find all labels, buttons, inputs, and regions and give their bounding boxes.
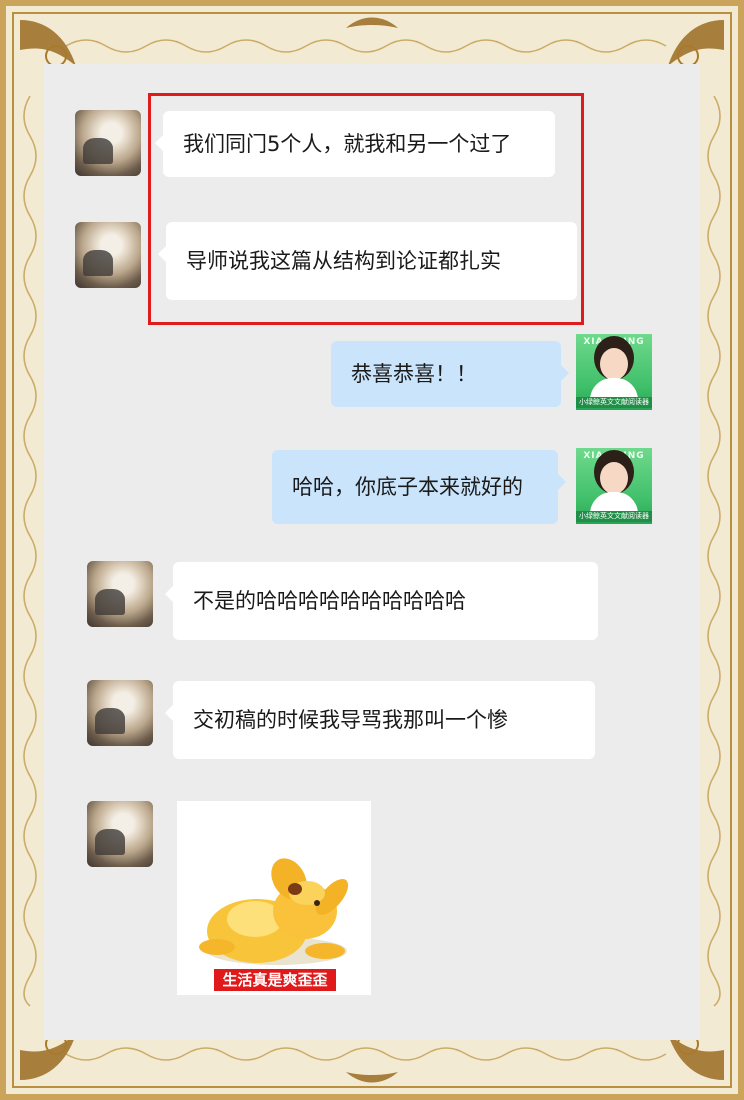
- avatar-brand: XIAOYUNG: [583, 337, 645, 347]
- message-text: 不是的哈哈哈哈哈哈哈哈哈哈: [193, 589, 466, 613]
- my-avatar[interactable]: XIAOYUNG 小绿鲸英文文献阅读器: [576, 448, 652, 524]
- contact-avatar[interactable]: [87, 680, 153, 746]
- message-text: 交初稿的时候我导骂我那叫一个惨: [193, 708, 508, 732]
- message-bubble-received[interactable]: 导师说我这篇从结构到论证都扎实: [158, 222, 577, 300]
- contact-avatar[interactable]: [87, 801, 153, 867]
- message-text: 我们同门5个人，就我和另一个过了: [183, 132, 512, 156]
- message-bubble-received[interactable]: 不是的哈哈哈哈哈哈哈哈哈哈: [165, 562, 598, 640]
- message-bubble-sent[interactable]: 哈哈，你底子本来就好的: [272, 450, 566, 524]
- message-bubble-received[interactable]: 我们同门5个人，就我和另一个过了: [155, 111, 555, 177]
- contact-avatar[interactable]: [75, 222, 141, 288]
- sticker-caption: 生活真是爽歪歪: [214, 969, 336, 991]
- my-avatar[interactable]: XIAOYUNG 小绿鲸英文文献阅读器: [576, 334, 652, 410]
- message-bubble-received[interactable]: 交初稿的时候我导骂我那叫一个惨: [165, 681, 595, 759]
- message-bubble-sent[interactable]: 恭喜恭喜！！: [331, 341, 569, 407]
- avatar-caption: 小绿鲸英文文献阅读器: [576, 511, 652, 522]
- yellow-dog-sticker-icon: [199, 858, 349, 965]
- message-text: 导师说我这篇从结构到论证都扎实: [186, 249, 501, 273]
- avatar-caption: 小绿鲸英文文献阅读器: [576, 397, 652, 408]
- message-text: 哈哈，你底子本来就好的: [292, 475, 523, 499]
- avatar-brand: XIAOYUNG: [583, 451, 645, 461]
- contact-avatar[interactable]: [75, 110, 141, 176]
- contact-avatar[interactable]: [87, 561, 153, 627]
- message-text: 恭喜恭喜！！: [351, 362, 477, 386]
- sticker-message[interactable]: 生活真是爽歪歪: [177, 801, 371, 995]
